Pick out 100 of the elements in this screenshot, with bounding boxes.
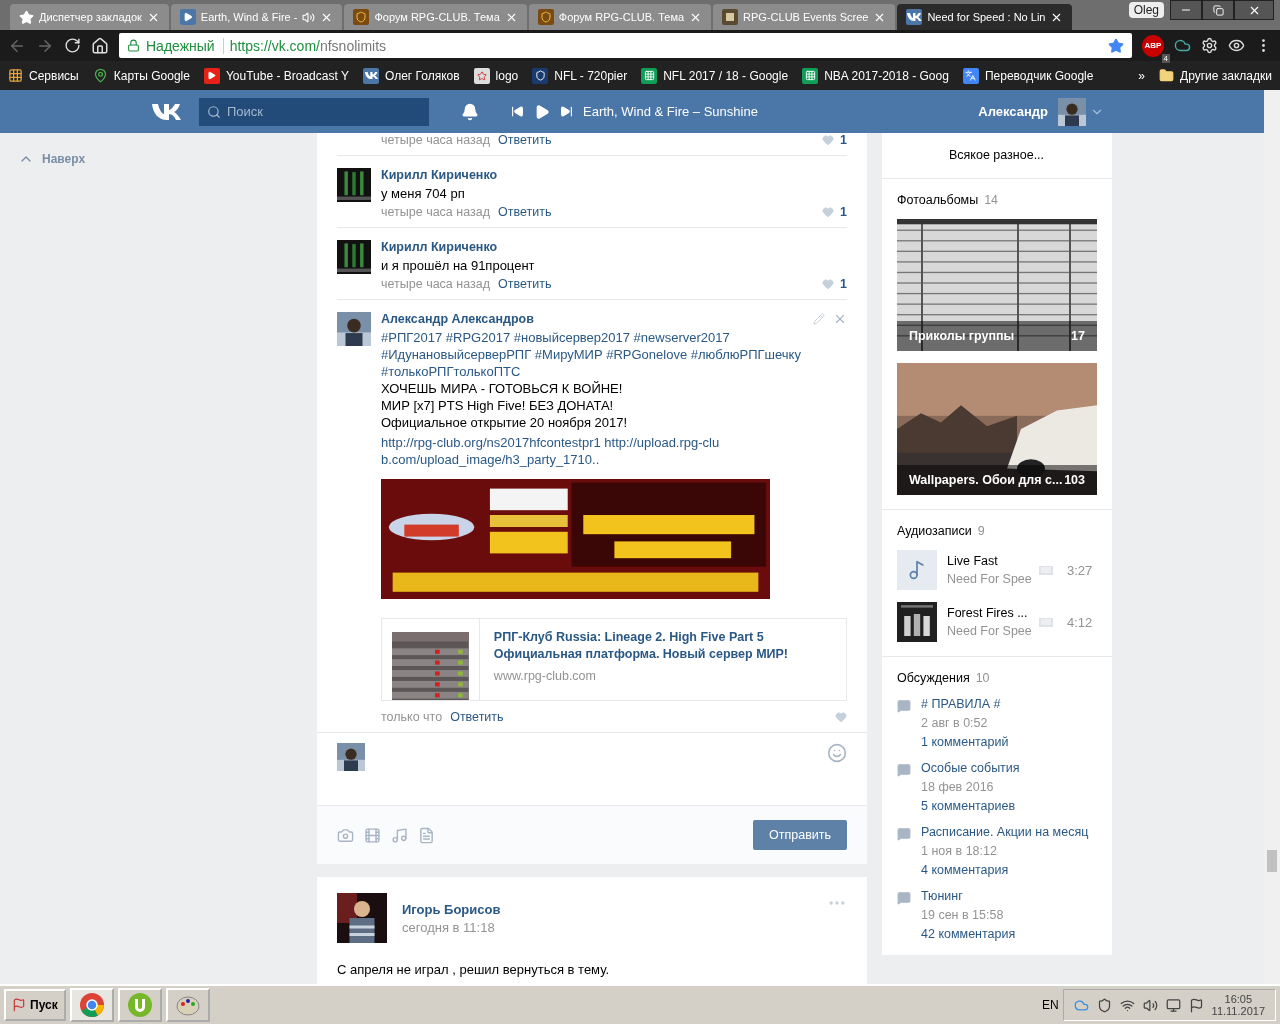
comments-link[interactable]: 42 комментария — [921, 927, 1016, 941]
comment-text: ХОЧЕШЬ МИРА - ГОТОВЬСЯ К ВОЙНЕ! — [381, 380, 624, 397]
track-duration: 4:12 — [1067, 614, 1093, 630]
discussion-title[interactable]: Тюнинг — [921, 889, 1016, 903]
comment-links[interactable]: http://rpg-club.org/ns2017hfcontestpr1 http://upload.rpg-club.com/upload_image/h3_party_1710.. — [381, 434, 721, 468]
music-icon[interactable] — [391, 826, 408, 844]
apps-icon — [8, 68, 23, 83]
more-bookmarks-button[interactable]: » — [1138, 68, 1146, 83]
link-card-title: РПГ-Клуб Russia: Lineage 2. High Five Part 5 Официальная платформа. Новый сервер МИР! — [493, 629, 790, 663]
shield-icon[interactable] — [1096, 997, 1112, 1013]
comments-link[interactable]: 5 комментариев — [921, 799, 1020, 813]
track-title[interactable]: Forest Fires ... — [947, 606, 1029, 620]
comment-author[interactable]: Александр Александров — [381, 312, 534, 326]
clock[interactable]: 16:05 11.11.2017 — [1211, 993, 1265, 1017]
close-button[interactable] — [1234, 0, 1274, 20]
search-field[interactable]: Поиск — [199, 97, 429, 126]
flag-icon[interactable] — [1188, 997, 1204, 1013]
play-icon[interactable] — [534, 103, 550, 120]
post-author[interactable]: Игорь Борисов — [402, 901, 812, 917]
monitor-icon[interactable] — [1165, 997, 1181, 1013]
track-duration: 3:27 — [1067, 562, 1093, 578]
sheet-icon — [802, 67, 819, 84]
reload-icon[interactable] — [64, 37, 81, 54]
discussion-date: 1 ноя в 18:12 — [921, 844, 998, 858]
minimize-button[interactable] — [1170, 0, 1202, 20]
photo-album[interactable]: Wallpapers. Обои для с...103 — [897, 363, 1097, 495]
bookmark-item[interactable]: Переводчик Google — [962, 67, 1094, 84]
start-button[interactable]: Пуск — [4, 989, 66, 1021]
like-button[interactable]: 1 — [822, 205, 847, 219]
badge-icon — [722, 9, 739, 25]
heart-icon — [822, 134, 835, 146]
emblem-icon — [537, 9, 554, 25]
comment-icon — [897, 699, 911, 713]
vk-logo[interactable] — [150, 101, 182, 122]
language-indicator[interactable]: EN — [1041, 998, 1059, 1012]
film-icon[interactable] — [364, 826, 381, 844]
previous-icon[interactable] — [511, 105, 524, 118]
bookmark-item[interactable]: NFL 2017 / 18 - Google — [641, 67, 789, 84]
discussion-title[interactable]: Расписание. Акции на месяц — [921, 825, 1089, 839]
like-button[interactable]: 1 — [822, 133, 847, 147]
reply-link[interactable]: Ответить — [497, 205, 552, 219]
item-title[interactable]: Всякое разное... — [897, 147, 1097, 164]
home-icon[interactable] — [91, 36, 109, 55]
track-title[interactable]: Live Fast — [947, 554, 1029, 568]
volume-icon[interactable] — [1142, 997, 1158, 1013]
section-title[interactable]: Фотоальбомы 14 — [897, 193, 1097, 207]
taskbar-app[interactable] — [69, 988, 114, 1022]
next-icon[interactable] — [560, 105, 573, 118]
eye-icon[interactable] — [1228, 37, 1245, 54]
folder-icon — [1159, 68, 1175, 83]
comment-author[interactable]: Кирилл Кириченко — [381, 240, 847, 254]
vk-icon — [362, 67, 379, 84]
emoji-icon[interactable] — [827, 743, 847, 763]
comments-link[interactable]: 1 комментарий — [921, 735, 1009, 749]
bookmark-item[interactable]: Карты Google — [92, 68, 190, 83]
send-button[interactable]: Отправить — [753, 820, 847, 850]
bookmark-item[interactable]: Сервисы — [8, 68, 79, 83]
reply-link[interactable]: Ответить — [450, 710, 504, 724]
shield-icon — [532, 67, 549, 84]
section-title[interactable]: Аудиозаписи 9 — [897, 524, 1097, 538]
adblock-count: 4 — [1161, 53, 1170, 63]
post-text: С апреля не играл , решил вернуться в тему. — [337, 961, 611, 978]
reply-link[interactable]: Ответить — [497, 133, 552, 147]
reply-link[interactable]: Ответить — [497, 277, 552, 291]
bookmark-item[interactable]: NFL - 720pier — [532, 67, 628, 84]
user-name[interactable]: Александр — [978, 104, 1048, 119]
network-icon[interactable] — [1119, 997, 1135, 1013]
adblock-button[interactable]: ABP — [1142, 34, 1164, 57]
bell-icon[interactable] — [461, 102, 479, 121]
now-playing-track[interactable]: Earth, Wind & Fire – Sunshine — [583, 104, 758, 119]
bookmark-item[interactable]: Олег Голяков — [362, 67, 460, 84]
restore-icon — [1212, 4, 1224, 16]
other-bookmarks-folder[interactable]: Другие закладки — [1159, 68, 1272, 83]
restore-button[interactable] — [1202, 0, 1234, 20]
discussion-title[interactable]: # ПРАВИЛА # — [921, 697, 1009, 711]
comment-author[interactable]: Кирилл Кириченко — [381, 168, 847, 182]
heart-icon — [822, 206, 835, 218]
profile-button[interactable]: Oleg — [1128, 2, 1164, 18]
camera-icon[interactable] — [337, 826, 354, 844]
taskbar-app[interactable] — [117, 988, 162, 1022]
discussion-title[interactable]: Особые события — [921, 761, 1020, 775]
like-button[interactable]: 1 — [822, 277, 847, 291]
address-bar[interactable]: Надежный https://vk.com/nfsnolimits — [119, 33, 1132, 58]
comment-text: у меня 704 рп — [381, 185, 466, 202]
play-icon — [203, 67, 220, 84]
browser-tab[interactable]: Need for Speed : No Lin — [897, 4, 1073, 30]
bookmark-item[interactable]: YouTube - Broadcast Y — [203, 67, 349, 84]
bookmark-item[interactable]: logo — [473, 67, 519, 84]
photo-album[interactable]: Приколы группы 17 — [897, 219, 1097, 351]
link-card[interactable]: РПГ-Клуб Russia: Lineage 2. High Five Part 5 Официальная платформа. Новый сервер МИР! www.rpg-club.com — [381, 618, 847, 701]
section-title[interactable]: Обсуждения 10 — [897, 671, 1097, 685]
document-icon[interactable] — [418, 826, 435, 844]
bookmark-star-icon[interactable] — [1108, 37, 1124, 54]
cloud-icon[interactable] — [1174, 37, 1191, 54]
hashtags-text[interactable]: #РПГ2017 #RPG2017 #новыйсервер2017 #newserver2017 #ИдунановыйсерверРПГ #МируМИР #RPGonelove #люблюРПГшечку #толькоРПГтолькоПТС — [381, 329, 821, 380]
taskbar-app[interactable] — [165, 988, 210, 1022]
bookmark-item[interactable]: NBA 2017-2018 - Goog — [802, 67, 949, 84]
delete-icon[interactable] — [833, 312, 847, 326]
comments-link[interactable]: 4 комментария — [921, 863, 1089, 877]
gear-icon[interactable] — [1201, 37, 1218, 54]
